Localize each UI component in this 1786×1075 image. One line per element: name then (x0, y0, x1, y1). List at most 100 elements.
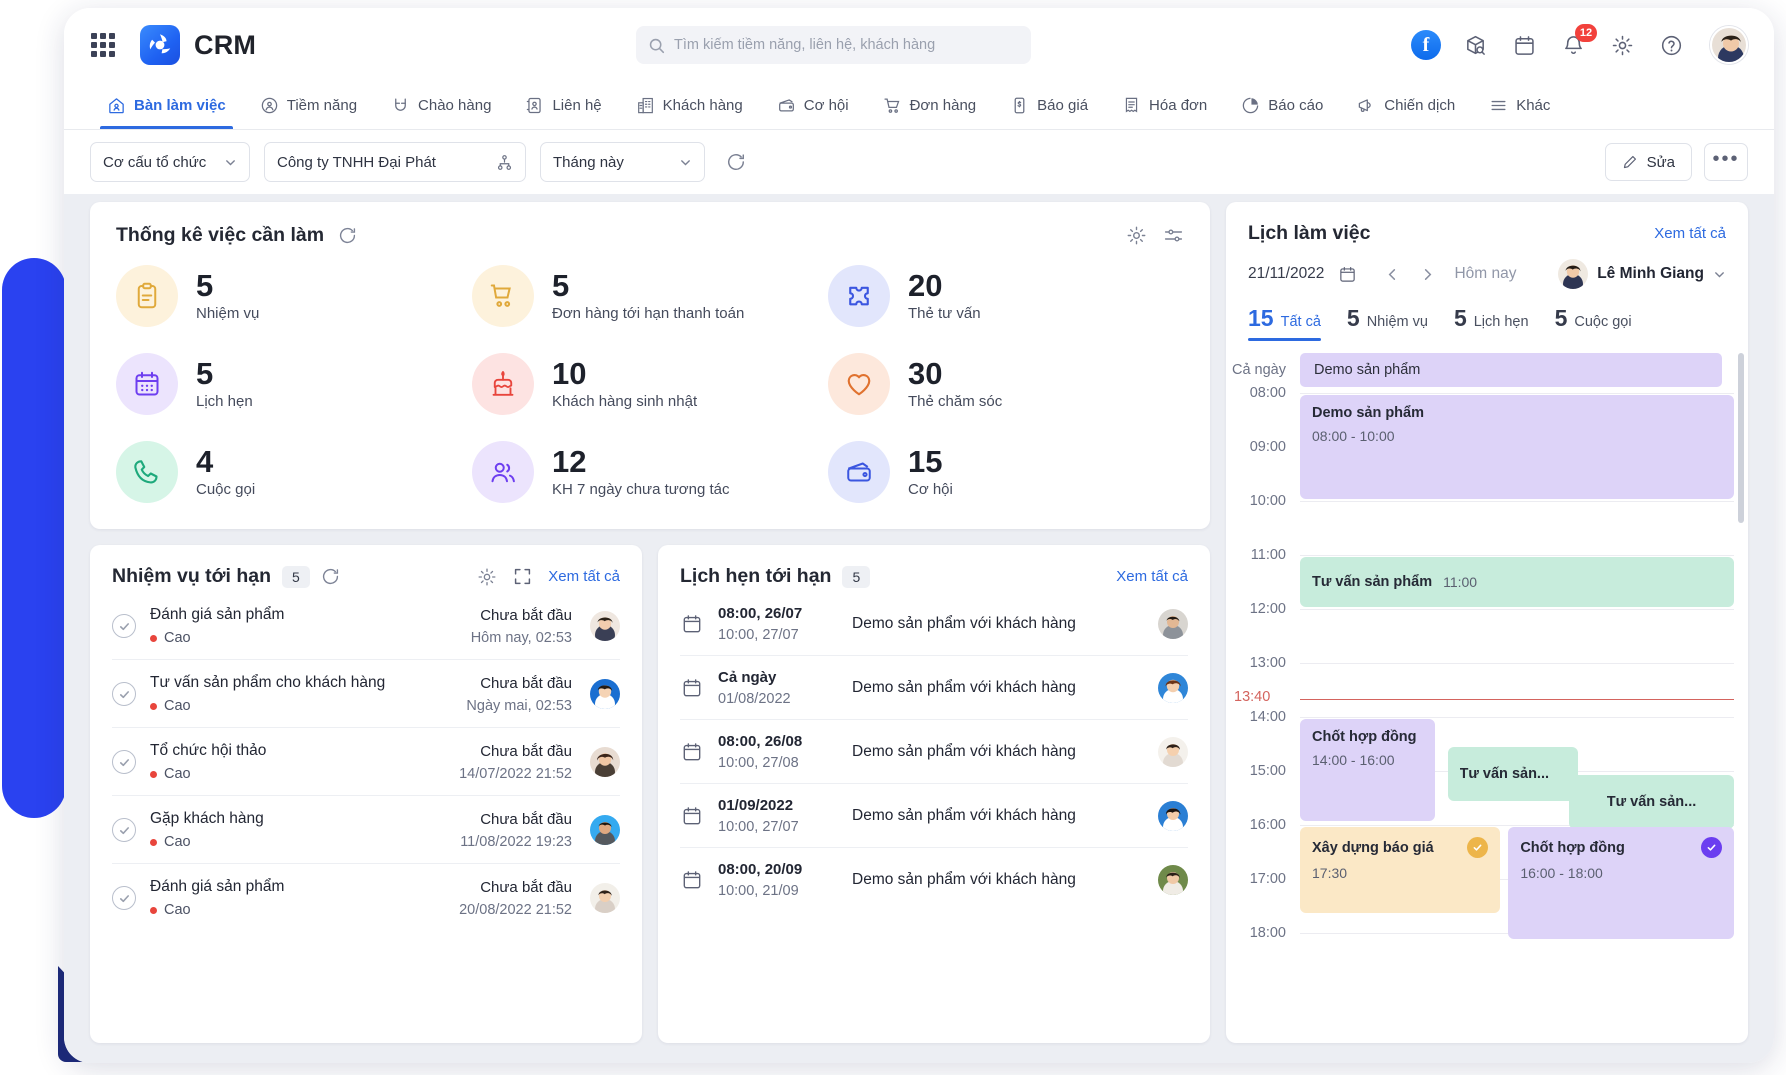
tab-label: Báo cáo (1268, 97, 1323, 114)
calendar-event[interactable]: Chốt hợp đồng 14:00 - 16:00 (1300, 719, 1435, 821)
stat-the-tu-van[interactable]: 20 Thẻ tư vấn (828, 265, 1184, 327)
tab-bao-gia[interactable]: Báo giá (993, 82, 1105, 129)
stat-lich-hen[interactable]: 5 Lịch hẹn (116, 353, 472, 415)
stat-khach-hang-sinh-nhat[interactable]: 10 Khách hàng sinh nhật (472, 353, 828, 415)
org-structure-select[interactable]: Cơ cấu tổ chức (90, 142, 250, 182)
avatar[interactable] (1158, 737, 1188, 767)
allday-event[interactable]: Demo sản phẩm (1300, 353, 1722, 387)
help-circle-icon[interactable] (1656, 30, 1686, 60)
task-check-icon[interactable] (112, 614, 136, 638)
tab-don-hang[interactable]: Đơn hàng (866, 82, 994, 129)
list-item[interactable]: 08:00, 26/08 10:00, 27/08 Demo sản phẩm … (680, 720, 1188, 784)
tab-chao-hang[interactable]: Chào hàng (374, 82, 508, 129)
calendar-event[interactable]: Chốt hợp đồng 16:00 - 18:00 (1508, 827, 1734, 939)
list-item[interactable]: 01/09/2022 10:00, 27/07 Demo sản phẩm vớ… (680, 784, 1188, 848)
task-priority-label: Cao (164, 698, 191, 714)
task-due: Hôm nay, 02:53 (471, 630, 572, 646)
avatar[interactable] (590, 815, 620, 845)
calendar-event[interactable]: Tư vấn sản... (1569, 775, 1734, 829)
calendar-tab-nhiem-vu[interactable]: 5 Nhiệm vụ (1347, 305, 1428, 341)
avatar[interactable] (590, 883, 620, 913)
expand-icon[interactable] (513, 567, 532, 586)
task-check-icon[interactable] (112, 886, 136, 910)
toolbar-refresh-icon[interactable] (719, 145, 753, 179)
tab-bao-cao[interactable]: Báo cáo (1224, 82, 1340, 129)
stat-label: Cơ hội (908, 481, 953, 498)
calendar-tab-cuoc-goi[interactable]: 5 Cuộc gọi (1555, 305, 1632, 341)
stat-the-cham-soc[interactable]: 30 Thẻ chăm sóc (828, 353, 1184, 415)
avatar[interactable] (590, 679, 620, 709)
task-check-icon[interactable] (112, 818, 136, 842)
list-item[interactable]: 08:00, 26/07 10:00, 27/07 Demo sản phẩm … (680, 592, 1188, 656)
stat-value: 30 (908, 358, 1002, 391)
edit-button[interactable]: Sửa (1605, 143, 1692, 181)
stat-don-hang-toi-han[interactable]: 5 Đơn hàng tới hạn thanh toán (472, 265, 828, 327)
tab-khac[interactable]: Khác (1472, 82, 1567, 129)
tab-chien-dich[interactable]: Chiến dịch (1340, 82, 1472, 129)
gear-icon[interactable] (1607, 30, 1637, 60)
facebook-icon[interactable]: f (1411, 30, 1441, 60)
calendar-see-all-link[interactable]: Xem tất cả (1654, 225, 1726, 242)
calendar-event[interactable]: Xây dựng báo giá 17:30 (1300, 827, 1500, 913)
task-status: Chưa bắt đầu (459, 879, 572, 896)
calendar-event[interactable]: Tư vấn sản phẩm 11:00 (1300, 557, 1734, 607)
tab-ban-lam-viec[interactable]: Bàn làm việc (90, 82, 243, 129)
avatar[interactable] (1158, 865, 1188, 895)
bell-icon[interactable]: 12 (1558, 30, 1588, 60)
chevron-left-icon[interactable] (1380, 262, 1404, 286)
stats-refresh-icon[interactable] (338, 226, 357, 245)
task-check-icon[interactable] (112, 682, 136, 706)
appointments-see-all-link[interactable]: Xem tất cả (1116, 568, 1188, 585)
sliders-icon[interactable] (1163, 225, 1184, 246)
gear-icon[interactable] (477, 567, 497, 587)
calendar-tab-tat-ca[interactable]: 15 Tất cả (1248, 305, 1321, 341)
avatar[interactable] (1158, 801, 1188, 831)
list-item[interactable]: Cả ngày 01/08/2022 Demo sản phẩm với khá… (680, 656, 1188, 720)
stat-co-hoi[interactable]: 15 Cơ hội (828, 441, 1184, 503)
task-due: 20/08/2022 21:52 (459, 902, 572, 918)
more-options-button[interactable]: ••• (1704, 143, 1748, 181)
tab-hoa-don[interactable]: Hóa đơn (1105, 82, 1224, 129)
task-check-icon[interactable] (112, 750, 136, 774)
calendar-user-select[interactable]: Lê Minh Giang (1558, 259, 1726, 289)
table-row[interactable]: Tổ chức hội thảo Cao Chưa bắt đầu 14/07/… (112, 728, 620, 796)
avatar[interactable] (1158, 609, 1188, 639)
table-row[interactable]: Đánh giá sản phẩm Cao Chưa bắt đầu 20/08… (112, 864, 620, 931)
calendar-event[interactable]: Tư vấn sản... (1448, 747, 1578, 801)
appointment-title: Demo sản phẩm với khách hàng (852, 679, 1144, 697)
period-select[interactable]: Tháng này (540, 142, 705, 182)
grid-apps-icon[interactable] (88, 30, 118, 60)
tasks-see-all-link[interactable]: Xem tất cả (548, 568, 620, 585)
calendar-icon[interactable] (1509, 30, 1539, 60)
tab-co-hoi[interactable]: Cơ hội (760, 82, 866, 129)
today-button[interactable]: Hôm nay (1454, 265, 1516, 283)
company-select[interactable]: Công ty TNHH Đại Phát (264, 142, 526, 182)
avatar[interactable] (590, 747, 620, 777)
stat-nhiem-vu[interactable]: 5 Nhiệm vụ (116, 265, 472, 327)
tasks-refresh-icon[interactable] (321, 567, 340, 586)
stat-cuoc-goi[interactable]: 4 Cuộc gọi (116, 441, 472, 503)
tab-lien-he[interactable]: Liên hệ (508, 82, 618, 129)
tab-tiem-nang[interactable]: Tiềm năng (243, 82, 374, 129)
table-row[interactable]: Gặp khách hàng Cao Chưa bắt đầu 11/08/20… (112, 796, 620, 864)
tab-khach-hang[interactable]: Khách hàng (619, 82, 760, 129)
event-title: Tư vấn sản... (1607, 794, 1696, 810)
stat-value: 5 (552, 270, 744, 303)
search-input[interactable] (674, 37, 1019, 53)
user-avatar[interactable] (1710, 26, 1748, 64)
appointment-times: 01/09/2022 10:00, 27/07 (718, 797, 838, 835)
gear-icon[interactable] (1126, 225, 1147, 246)
calendar-event[interactable]: Demo sản phẩm 08:00 - 10:00 (1300, 395, 1734, 499)
calendar-date-picker-icon[interactable] (1335, 262, 1359, 286)
chevron-right-icon[interactable] (1415, 262, 1439, 286)
package-search-icon[interactable] (1460, 30, 1490, 60)
table-row[interactable]: Đánh giá sản phẩm Cao Chưa bắt đầu Hôm n… (112, 592, 620, 660)
table-row[interactable]: Tư vấn sản phẩm cho khách hàng Cao Chưa … (112, 660, 620, 728)
calendar-current-date: 21/11/2022 (1248, 265, 1324, 283)
avatar[interactable] (1158, 673, 1188, 703)
global-search[interactable] (636, 26, 1031, 64)
calendar-tab-lich-hen[interactable]: 5 Lịch hẹn (1454, 305, 1529, 341)
list-item[interactable]: 08:00, 20/09 10:00, 21/09 Demo sản phẩm … (680, 848, 1188, 911)
avatar[interactable] (590, 611, 620, 641)
stat-kh-7-ngay[interactable]: 12 KH 7 ngày chưa tương tác (472, 441, 828, 503)
